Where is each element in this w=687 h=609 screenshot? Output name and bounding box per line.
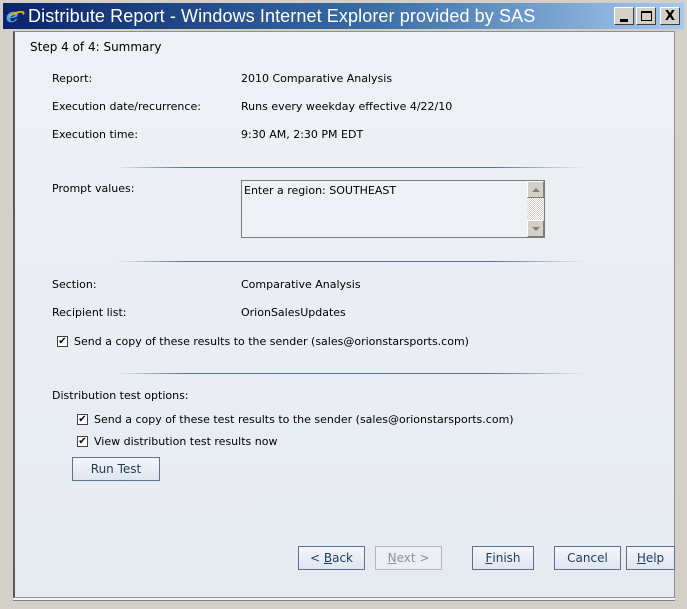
send-copy-option[interactable]: ✔ Send a copy of these results to the se… — [57, 335, 469, 348]
browser-window: e Distribute Report - Windows Internet E… — [0, 0, 687, 609]
finish-rest: inish — [492, 551, 521, 565]
minimize-icon — [620, 18, 628, 22]
help-rest: elp — [645, 551, 665, 565]
next-button[interactable]: Next > — [375, 546, 442, 570]
scroll-down-button[interactable] — [527, 220, 544, 237]
send-copy-label: Send a copy of these results to the send… — [74, 335, 469, 348]
view-results-label: View distribution test results now — [94, 435, 278, 448]
prompt-values-textarea[interactable]: Enter a region: SOUTHEAST — [241, 180, 545, 238]
report-label: Report: — [52, 72, 93, 85]
separator — [115, 167, 585, 168]
maximize-icon — [640, 11, 652, 21]
separator — [115, 261, 585, 262]
back-accel: B — [323, 551, 333, 565]
execution-date-value: Runs every weekday effective 4/22/10 — [241, 100, 453, 113]
view-results-checkbox[interactable]: ✔ — [77, 436, 88, 447]
wizard-panel: Step 4 of 4: Summary Report: 2010 Compar… — [13, 31, 675, 598]
execution-time-label: Execution time: — [52, 128, 139, 141]
run-test-button[interactable]: Run Test — [72, 457, 160, 481]
prompt-values-text: Enter a region: SOUTHEAST — [244, 184, 397, 197]
execution-time-value: 9:30 AM, 2:30 PM EDT — [241, 128, 364, 141]
view-results-option[interactable]: ✔ View distribution test results now — [77, 435, 277, 448]
maximize-button[interactable] — [636, 7, 656, 25]
distribution-test-heading: Distribution test options: — [52, 389, 189, 402]
cancel-label: Cancel — [567, 551, 608, 565]
send-test-copy-label: Send a copy of these test results to the… — [94, 413, 514, 426]
back-button[interactable]: < Back — [298, 546, 365, 570]
back-prefix: < — [309, 551, 324, 565]
send-test-copy-checkbox[interactable]: ✔ — [77, 414, 88, 425]
window-bottom-border — [13, 598, 675, 601]
close-button[interactable]: X — [660, 7, 680, 25]
vertical-scrollbar[interactable] — [527, 181, 544, 237]
arrow-down-icon — [531, 226, 540, 231]
separator — [115, 373, 585, 374]
send-test-copy-option[interactable]: ✔ Send a copy of these test results to t… — [77, 413, 514, 426]
scroll-up-button[interactable] — [527, 181, 544, 198]
arrow-up-icon — [531, 187, 540, 192]
section-label: Section: — [52, 278, 97, 291]
help-button[interactable]: Help — [626, 546, 675, 570]
close-icon: X — [664, 8, 676, 24]
window-controls: X — [614, 7, 680, 25]
run-test-label: Run Test — [90, 462, 142, 476]
title-bar[interactable]: e Distribute Report - Windows Internet E… — [3, 3, 684, 29]
finish-accel: F — [485, 551, 493, 565]
step-title: Step 4 of 4: Summary — [30, 40, 162, 54]
back-rest: ack — [332, 551, 353, 565]
minimize-button[interactable] — [614, 7, 634, 25]
next-accel: N — [387, 551, 397, 565]
recipient-list-value: OrionSalesUpdates — [241, 306, 346, 319]
report-value: 2010 Comparative Analysis — [241, 72, 393, 85]
help-accel: H — [636, 551, 646, 565]
execution-date-label: Execution date/recurrence: — [52, 100, 201, 113]
finish-button[interactable]: Finish — [472, 546, 534, 570]
prompt-values-label: Prompt values: — [52, 182, 135, 195]
next-rest: ext > — [396, 551, 430, 565]
section-value: Comparative Analysis — [241, 278, 361, 291]
send-copy-checkbox[interactable]: ✔ — [57, 336, 68, 347]
window-title: Distribute Report - Windows Internet Exp… — [28, 5, 536, 26]
internet-explorer-icon: e — [6, 3, 26, 27]
cancel-button[interactable]: Cancel — [554, 546, 621, 570]
recipient-list-label: Recipient list: — [52, 306, 127, 319]
